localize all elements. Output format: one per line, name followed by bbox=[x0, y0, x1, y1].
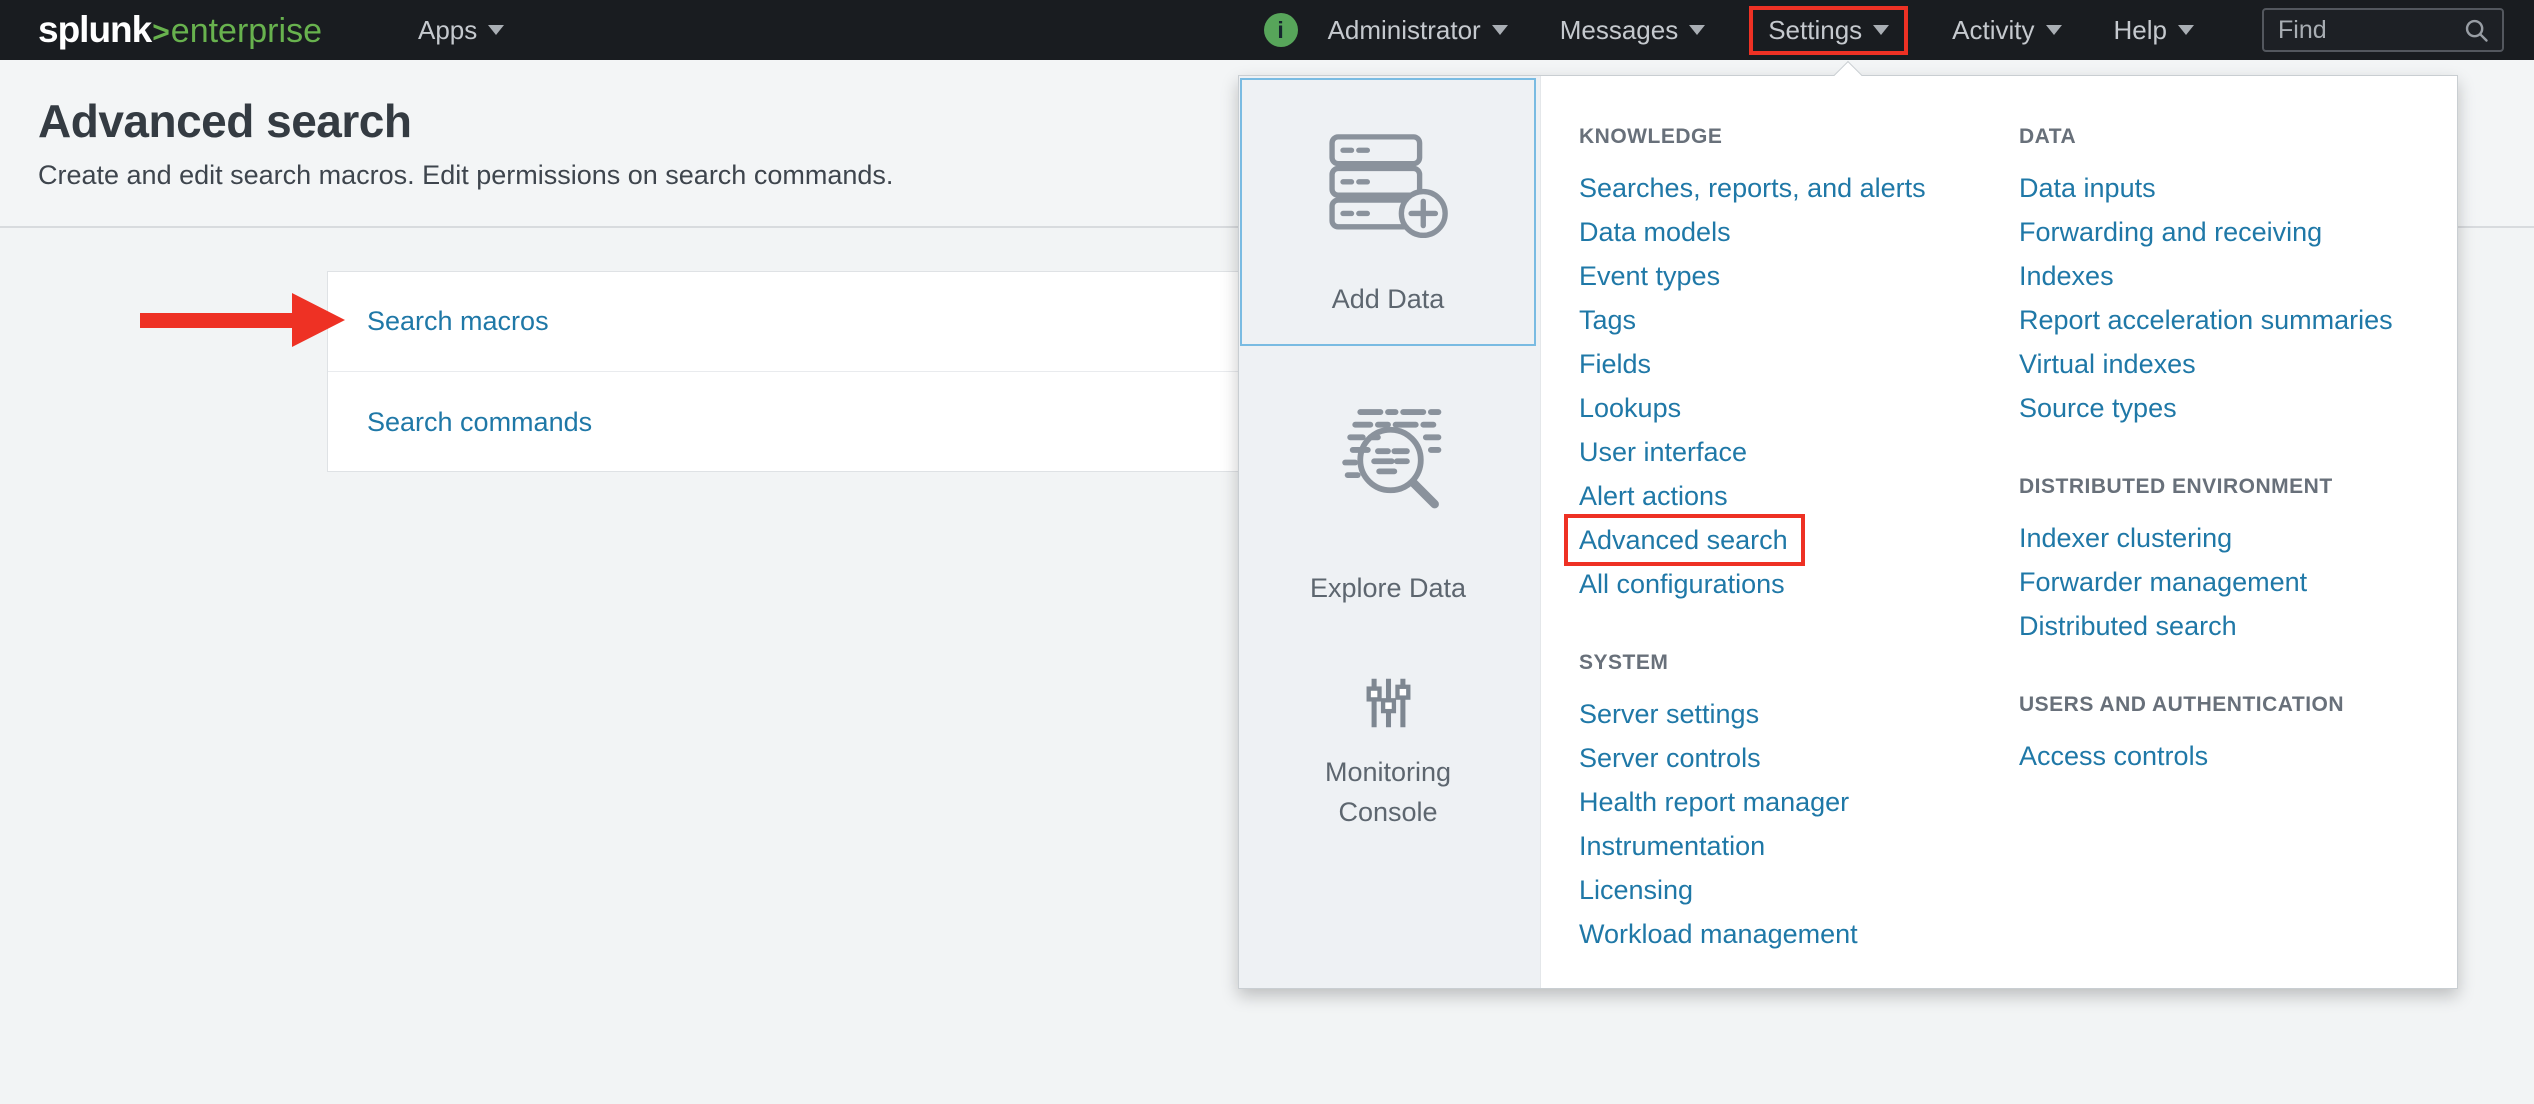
find-search-box bbox=[2262, 8, 2504, 52]
menu-link-all-configurations[interactable]: All configurations bbox=[1579, 562, 2009, 606]
users-authentication-section: USERS AND AUTHENTICATION Access controls bbox=[2019, 690, 2455, 778]
splunk-logo[interactable]: splunk > enterprise bbox=[38, 9, 322, 51]
monitoring-console-icon bbox=[1365, 676, 1412, 730]
logo-enterprise-text: enterprise bbox=[171, 12, 322, 51]
search-icon[interactable] bbox=[2463, 17, 2490, 44]
menu-link-data-inputs[interactable]: Data inputs bbox=[2019, 166, 2455, 210]
splunk-enterprise-screen: splunk > enterprise Apps i Administrator… bbox=[0, 0, 2534, 1104]
menu-link-lookups[interactable]: Lookups bbox=[1579, 386, 2009, 430]
search-commands-link[interactable]: Search commands bbox=[367, 407, 592, 438]
menu-link-alert-actions[interactable]: Alert actions bbox=[1579, 474, 2009, 518]
logo-gt-glyph: > bbox=[152, 16, 170, 50]
menu-link-distributed-search[interactable]: Distributed search bbox=[2019, 604, 2455, 648]
menu-link-report-acceleration-summaries[interactable]: Report acceleration summaries bbox=[2019, 298, 2455, 342]
add-data-tile[interactable]: Add Data bbox=[1240, 78, 1536, 346]
distributed-environment-section: DISTRIBUTED ENVIRONMENT Indexer clusteri… bbox=[2019, 472, 2455, 648]
nav-help-menu[interactable]: Help bbox=[2114, 15, 2194, 46]
menu-link-tags[interactable]: Tags bbox=[1579, 298, 2009, 342]
dropdown-icon-column: Add Data Explore Data bbox=[1239, 76, 1541, 988]
nav-messages-menu[interactable]: Messages bbox=[1560, 15, 1706, 46]
data-section-header: DATA bbox=[2019, 122, 2455, 152]
menu-link-server-settings[interactable]: Server settings bbox=[1579, 692, 2009, 736]
nav-messages-label: Messages bbox=[1560, 15, 1679, 46]
monitoring-console-label: Monitoring Console bbox=[1298, 752, 1478, 832]
menu-link-indexes[interactable]: Indexes bbox=[2019, 254, 2455, 298]
menu-link-data-models[interactable]: Data models bbox=[1579, 210, 2009, 254]
chevron-down-icon bbox=[1689, 25, 1705, 35]
menu-link-fields[interactable]: Fields bbox=[1579, 342, 2009, 386]
chevron-down-icon bbox=[2046, 25, 2062, 35]
system-section-header: SYSTEM bbox=[1579, 648, 2009, 678]
menu-link-searches-reports-alerts[interactable]: Searches, reports, and alerts bbox=[1579, 166, 2009, 210]
chevron-down-icon bbox=[1492, 25, 1508, 35]
settings-dropdown-panel: Add Data Explore Data bbox=[1238, 75, 2458, 989]
chevron-down-icon bbox=[488, 25, 504, 35]
nav-settings-menu[interactable]: Settings bbox=[1749, 6, 1908, 55]
data-section: DATA Data inputs Forwarding and receivin… bbox=[2019, 122, 2455, 430]
menu-link-user-interface[interactable]: User interface bbox=[1579, 430, 2009, 474]
menu-link-server-controls[interactable]: Server controls bbox=[1579, 736, 2009, 780]
annotation-arrow-icon bbox=[292, 293, 345, 347]
explore-data-tile[interactable]: Explore Data bbox=[1240, 376, 1536, 666]
menu-link-source-types[interactable]: Source types bbox=[2019, 386, 2455, 430]
nav-apps-menu[interactable]: Apps bbox=[418, 15, 504, 46]
system-section: SYSTEM Server settings Server controls H… bbox=[1579, 648, 2009, 956]
users-authentication-header: USERS AND AUTHENTICATION bbox=[2019, 690, 2455, 720]
chevron-down-icon bbox=[1873, 25, 1889, 35]
monitoring-console-tile[interactable]: Monitoring Console bbox=[1240, 676, 1536, 966]
settings-menu-column-knowledge: KNOWLEDGE Searches, reports, and alerts … bbox=[1579, 122, 2009, 956]
menu-link-health-report-manager[interactable]: Health report manager bbox=[1579, 780, 2009, 824]
menu-link-advanced-search[interactable]: Advanced search bbox=[1579, 525, 1788, 555]
menu-link-forwarder-management[interactable]: Forwarder management bbox=[2019, 560, 2455, 604]
nav-administrator-menu[interactable]: Administrator bbox=[1328, 15, 1508, 46]
menu-link-event-types[interactable]: Event types bbox=[1579, 254, 2009, 298]
menu-link-forwarding-and-receiving[interactable]: Forwarding and receiving bbox=[2019, 210, 2455, 254]
navbar-right-group: i Administrator Messages Settings Activi… bbox=[1264, 6, 2504, 55]
explore-data-icon bbox=[1330, 402, 1446, 518]
explore-data-label: Explore Data bbox=[1310, 568, 1466, 608]
add-data-label: Add Data bbox=[1332, 279, 1445, 319]
logo-splunk-text: splunk bbox=[38, 9, 151, 51]
nav-activity-label: Activity bbox=[1952, 15, 2034, 46]
annotation-arrow-shaft bbox=[140, 313, 293, 328]
nav-activity-menu[interactable]: Activity bbox=[1952, 15, 2061, 46]
top-navbar: splunk > enterprise Apps i Administrator… bbox=[0, 0, 2534, 60]
menu-link-access-controls[interactable]: Access controls bbox=[2019, 734, 2455, 778]
menu-link-licensing[interactable]: Licensing bbox=[1579, 868, 2009, 912]
nav-administrator-label: Administrator bbox=[1328, 15, 1481, 46]
knowledge-section: KNOWLEDGE Searches, reports, and alerts … bbox=[1579, 122, 2009, 606]
menu-link-advanced-search-row: Advanced search bbox=[1579, 518, 2009, 562]
menu-link-virtual-indexes[interactable]: Virtual indexes bbox=[2019, 342, 2455, 386]
search-macros-link[interactable]: Search macros bbox=[367, 306, 549, 337]
knowledge-section-header: KNOWLEDGE bbox=[1579, 122, 2009, 152]
settings-menu-column-data: DATA Data inputs Forwarding and receivin… bbox=[2019, 122, 2455, 778]
menu-link-workload-management[interactable]: Workload management bbox=[1579, 912, 2009, 956]
menu-link-indexer-clustering[interactable]: Indexer clustering bbox=[2019, 516, 2455, 560]
nav-help-label: Help bbox=[2114, 15, 2167, 46]
chevron-down-icon bbox=[2178, 25, 2194, 35]
add-data-icon bbox=[1327, 132, 1449, 239]
nav-settings-label: Settings bbox=[1768, 15, 1862, 46]
menu-link-instrumentation[interactable]: Instrumentation bbox=[1579, 824, 2009, 868]
nav-apps-label: Apps bbox=[418, 15, 477, 46]
distributed-environment-header: DISTRIBUTED ENVIRONMENT bbox=[2019, 472, 2455, 502]
find-search-input[interactable] bbox=[2278, 16, 2463, 45]
annotation-red-box: Advanced search bbox=[1564, 514, 1805, 566]
info-badge-icon[interactable]: i bbox=[1264, 13, 1298, 47]
